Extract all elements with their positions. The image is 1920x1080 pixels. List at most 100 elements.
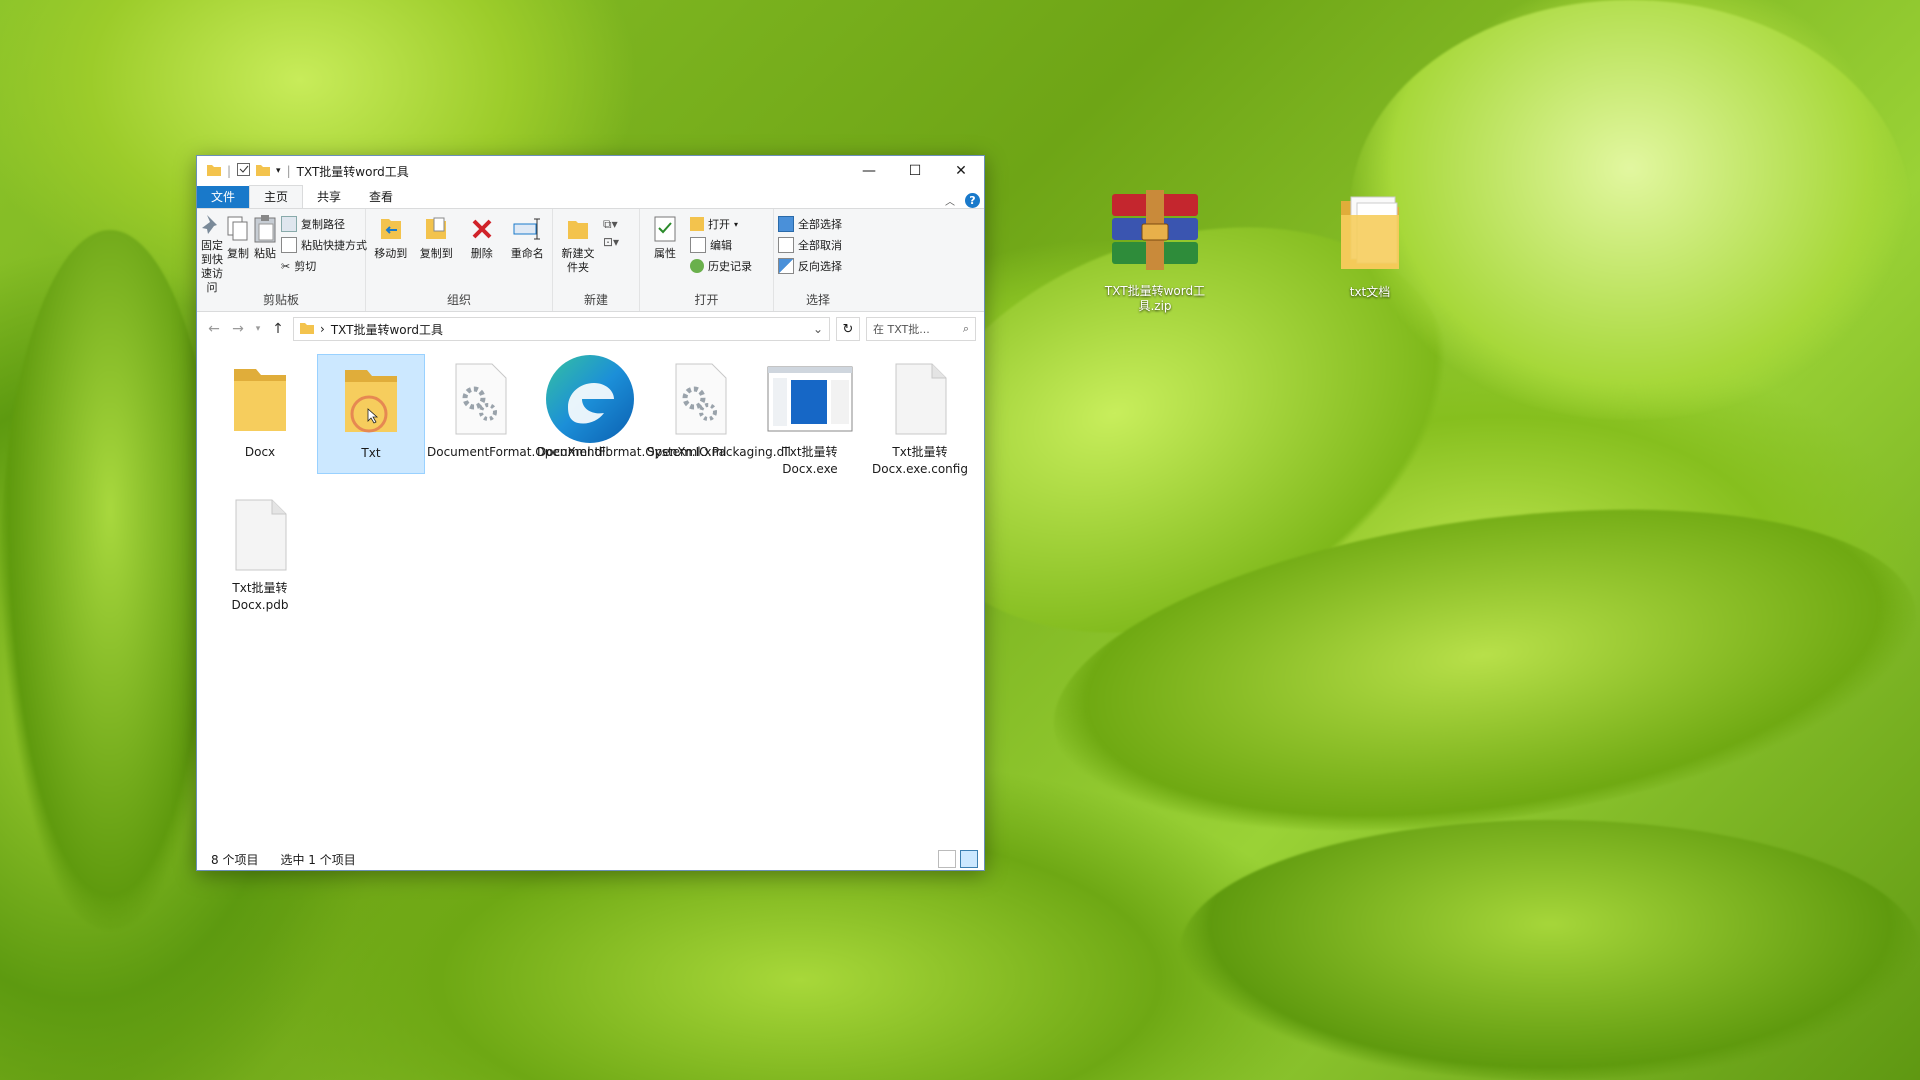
search-icon: ⌕ [962, 322, 969, 335]
dll-gear-icon [427, 354, 533, 444]
maximize-button[interactable]: ☐ [892, 156, 938, 186]
customize-quick-access-icon[interactable]: ▾ [276, 166, 281, 176]
clipboard-group-label: 剪贴板 [262, 293, 299, 307]
select-all-button[interactable]: 全部选择 [778, 215, 842, 233]
cut-button[interactable]: ✂ 剪切 [281, 257, 367, 275]
breadcrumb[interactable]: TXT批量转word工具 [331, 321, 443, 338]
desktop-zip-label: TXT批量转word工具.zip [1104, 284, 1206, 313]
up-icon[interactable]: ↑ [269, 321, 287, 337]
recent-locations-icon[interactable]: ▾ [253, 324, 263, 334]
collapse-ribbon-icon[interactable]: ︿ [945, 193, 955, 208]
forward-icon[interactable]: → [229, 321, 247, 337]
history-button[interactable]: 历史记录 [690, 257, 752, 275]
copy-icon [227, 213, 249, 245]
ribbon-tabs: 文件 主页 共享 查看 ︿ ? [197, 185, 984, 208]
file-item-pdb[interactable]: Txt批量转Docx.pdb [207, 490, 313, 612]
breadcrumb-separator-icon: › [320, 322, 325, 336]
file-item-txt-folder[interactable]: Txt [317, 354, 425, 474]
properties-quick-icon[interactable] [237, 163, 251, 179]
file-item-packaging-dll[interactable]: System.IO.Packaging.dll [647, 354, 791, 472]
search-input[interactable]: 在 TXT批... ⌕ [866, 317, 976, 341]
new-item-icon[interactable]: ⧉▾ [603, 217, 619, 232]
folder-icon [1315, 193, 1425, 281]
easy-access-icon[interactable]: ⊡▾ [603, 235, 619, 249]
desktop-zip-file[interactable]: TXT批量转word工具.zip [1100, 190, 1210, 314]
large-icons-view-button[interactable] [960, 850, 978, 868]
desktop-folder[interactable]: txt文档 [1315, 193, 1425, 300]
new-folder-quick-icon[interactable] [256, 164, 271, 179]
winrar-archive-icon [1100, 190, 1210, 280]
title-bar[interactable]: | ▾ | TXT批量转word工具 — ☐ ✕ [197, 156, 984, 186]
new-folder-button[interactable]: 新建文件夹 [557, 213, 599, 293]
file-item-exe-config[interactable]: Txt批量转Docx.exe.config [867, 354, 973, 476]
minimize-button[interactable]: — [846, 156, 892, 186]
tab-view[interactable]: 查看 [355, 186, 407, 208]
file-item-openxml-dll[interactable]: DocumentFormat.OpenXml.dll [427, 354, 609, 472]
file-item-openxml-xml[interactable]: DocumentFormat.OpenXml.xml [537, 354, 727, 472]
pin-icon [201, 213, 223, 237]
dll-gear-icon [647, 354, 753, 444]
organize-group-label: 组织 [446, 293, 471, 307]
copy-button[interactable]: 复制 [227, 213, 249, 293]
invert-selection-button[interactable]: 反向选择 [778, 257, 842, 275]
status-bar: 8 个项目 选中 1 个项目 [197, 848, 984, 870]
paste-shortcut-button[interactable]: 粘贴快捷方式 [281, 236, 367, 254]
paste-icon [253, 213, 277, 245]
open-group: 属性 打开 ▾ 编辑 历史记录 打开 [640, 209, 774, 311]
edge-browser-icon [537, 354, 643, 444]
open-icon [690, 217, 704, 231]
desktop-folder-label: txt文档 [1349, 285, 1391, 299]
back-icon[interactable]: ← [205, 321, 223, 337]
tab-home[interactable]: 主页 [249, 185, 304, 208]
blank-file-icon [867, 354, 973, 444]
scissors-icon: ✂ [281, 259, 291, 273]
blank-file-icon [207, 490, 313, 580]
select-group-label: 选择 [805, 293, 830, 307]
details-view-button[interactable] [938, 850, 956, 868]
file-name: Docx [244, 445, 276, 459]
file-item-docx-folder[interactable]: Docx [207, 354, 313, 472]
organize-group: 移动到 复制到 删除 重命名 组织 [366, 209, 553, 311]
invert-selection-icon [778, 258, 794, 274]
address-bar[interactable]: › TXT批量转word工具 ⌄ [293, 317, 830, 341]
address-dropdown-icon[interactable]: ⌄ [813, 322, 823, 336]
delete-button[interactable]: 删除 [461, 213, 503, 293]
folder-icon [318, 355, 424, 445]
paste-button[interactable]: 粘贴 [253, 213, 277, 293]
select-none-button[interactable]: 全部取消 [778, 236, 842, 254]
move-to-button[interactable]: 移动到 [370, 213, 412, 293]
copy-to-icon [424, 213, 448, 245]
help-icon[interactable]: ? [965, 193, 980, 208]
copy-to-button[interactable]: 复制到 [416, 213, 458, 293]
paste-shortcut-icon [281, 237, 297, 253]
copy-path-button[interactable]: 复制路径 [281, 215, 367, 233]
rename-button[interactable]: 重命名 [507, 213, 549, 293]
refresh-button[interactable]: ↻ [836, 317, 860, 341]
close-button[interactable]: ✕ [938, 156, 984, 186]
copy-to-label: 复制到 [419, 247, 453, 260]
properties-button[interactable]: 属性 [644, 213, 686, 293]
tab-share[interactable]: 共享 [303, 186, 355, 208]
move-to-icon [379, 213, 403, 245]
new-folder-icon [566, 213, 590, 245]
copy-label: 复制 [227, 247, 249, 260]
edit-button[interactable]: 编辑 [690, 236, 752, 254]
rename-icon [513, 213, 541, 245]
delete-label: 删除 [470, 247, 493, 260]
open-button[interactable]: 打开 ▾ [690, 215, 752, 233]
edit-label: 编辑 [710, 239, 732, 252]
paste-label: 粘贴 [254, 247, 276, 260]
open-label: 打开 [708, 218, 730, 231]
pin-to-quick-access-button[interactable]: 固定到快速访问 [201, 213, 223, 294]
new-folder-label: 新建文件夹 [561, 247, 595, 274]
tab-file[interactable]: 文件 [197, 186, 250, 208]
window-title: TXT批量转word工具 [296, 164, 409, 179]
folder-small-icon [300, 322, 314, 337]
edit-icon [690, 237, 706, 253]
file-item-exe[interactable]: Txt批量转Docx.exe [757, 354, 863, 476]
select-all-label: 全部选择 [798, 218, 842, 231]
select-none-icon [778, 237, 794, 253]
selection-count: 选中 1 个项目 [280, 852, 356, 867]
file-name: Txt批量转Docx.pdb [231, 581, 289, 612]
copy-path-icon [281, 216, 297, 232]
